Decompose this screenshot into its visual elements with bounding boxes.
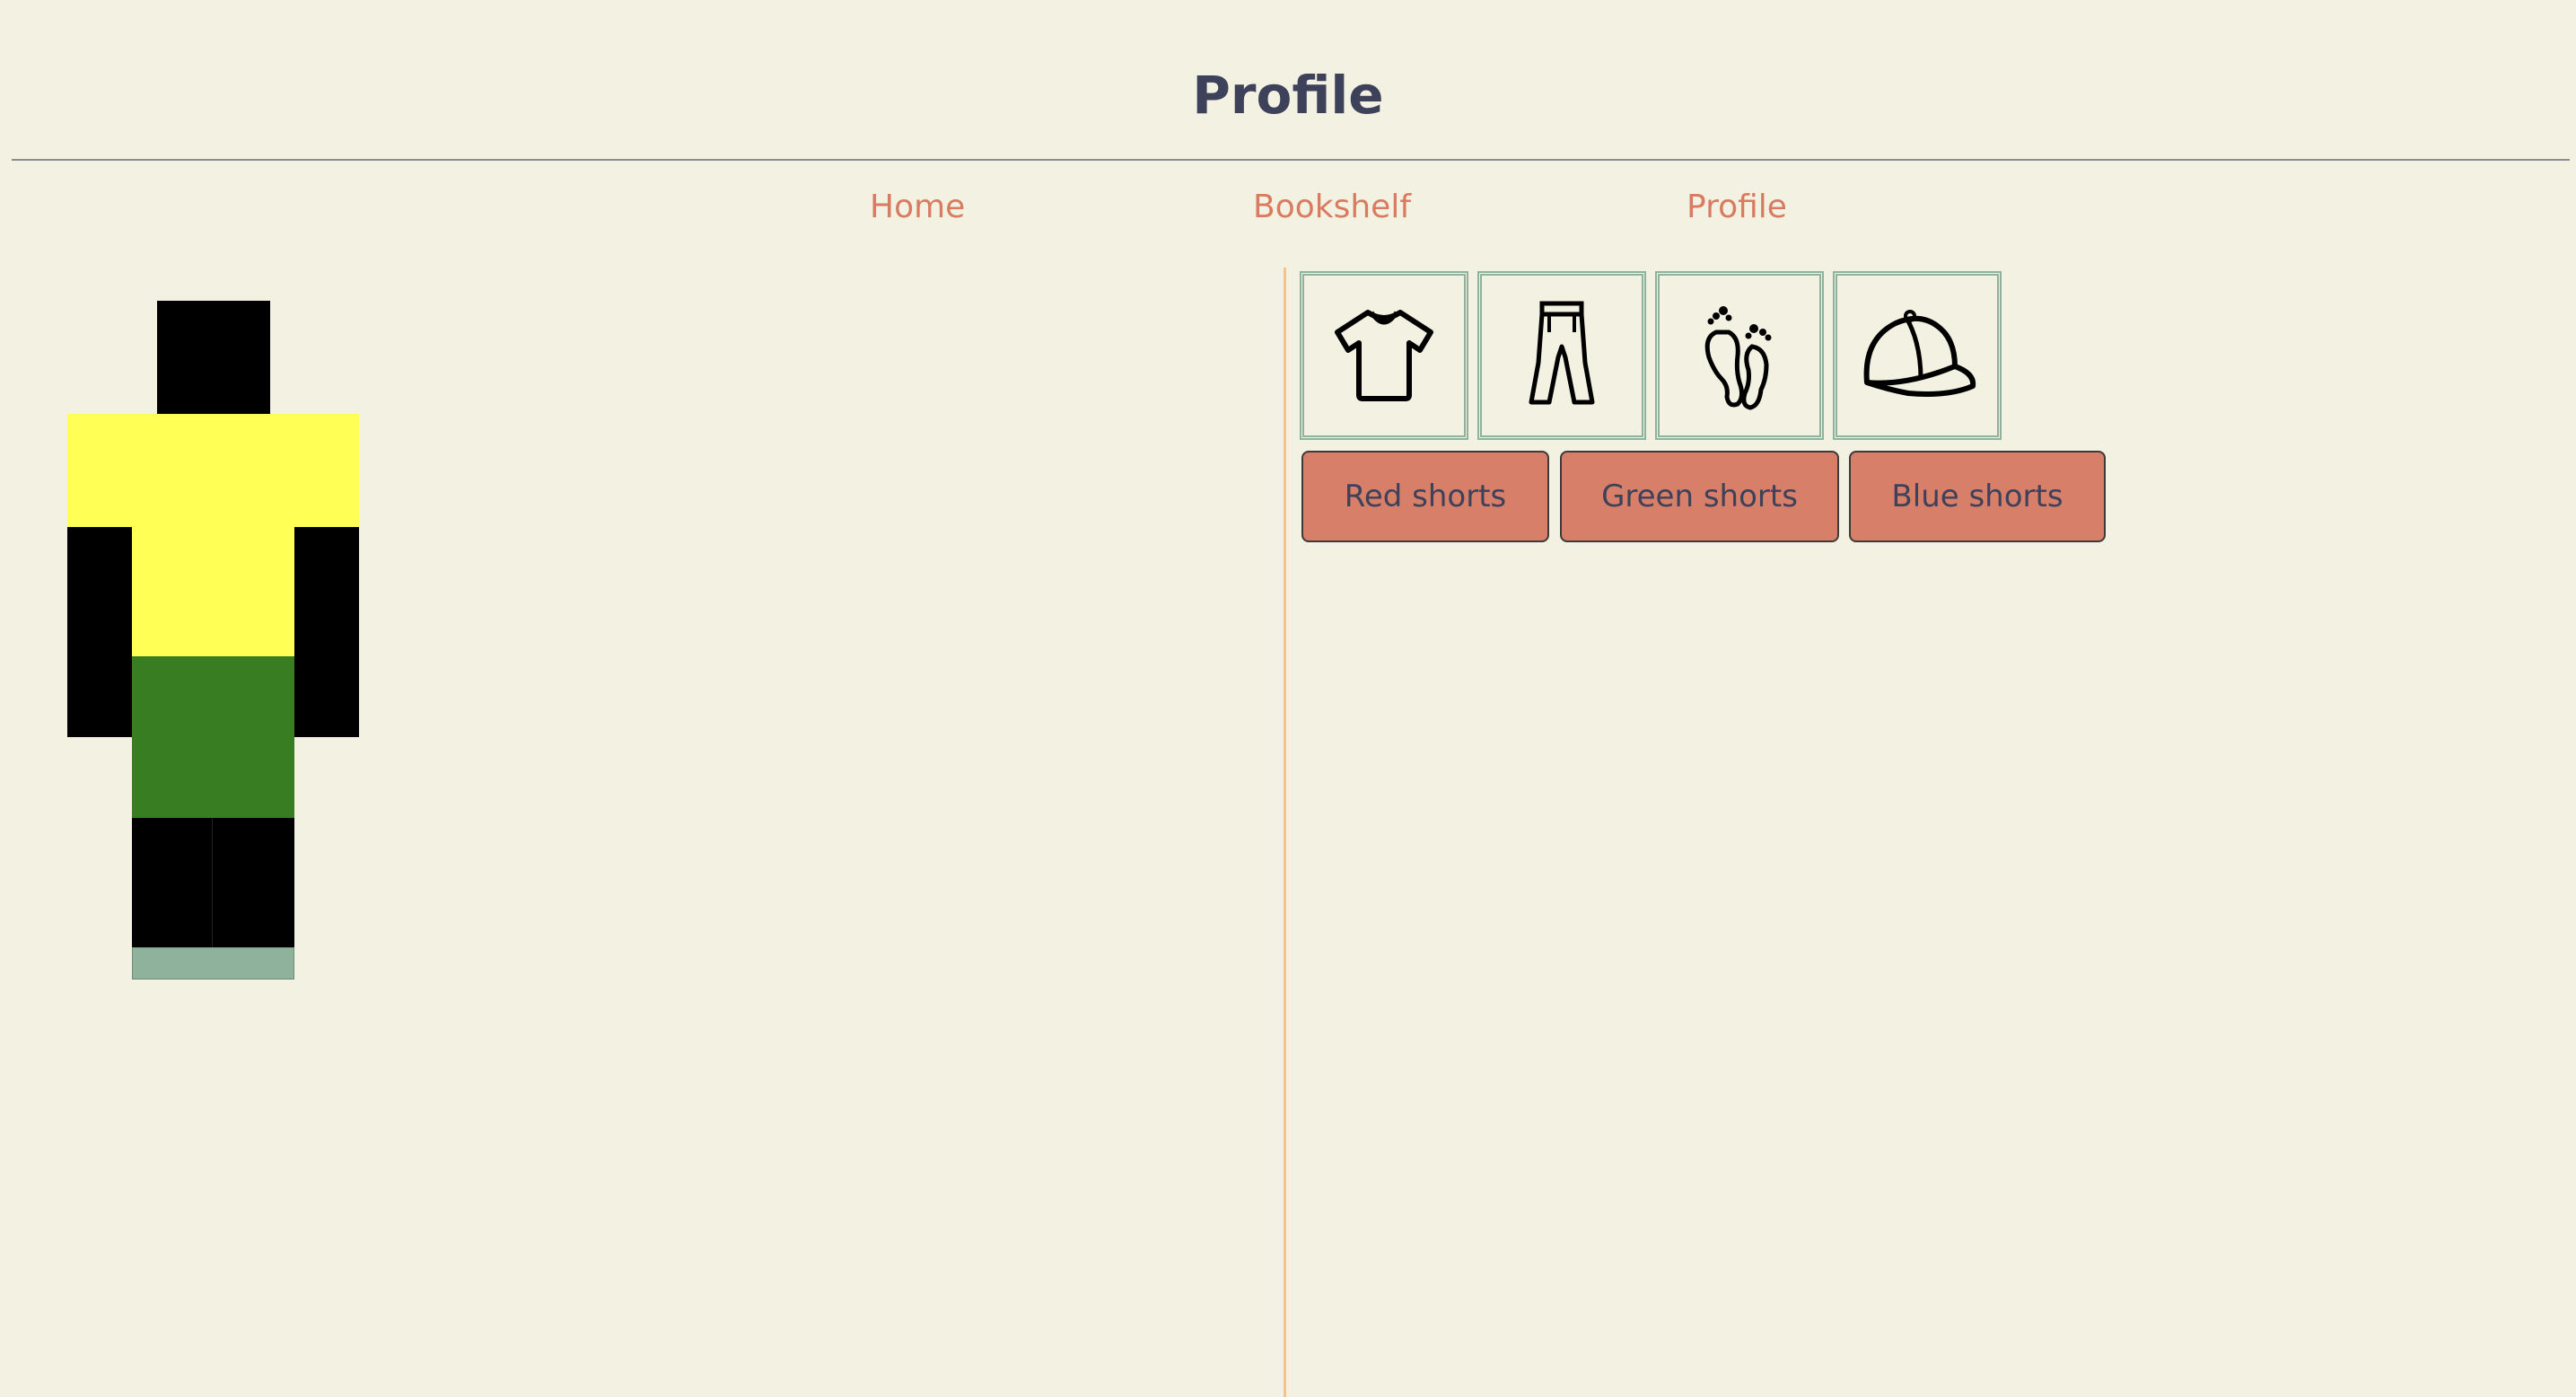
panel-separator <box>1284 268 1286 1397</box>
avatar-shirt-body <box>132 527 294 656</box>
shirt-icon <box>1335 310 1433 401</box>
blue-shorts-button[interactable]: Blue shorts <box>1849 451 2106 542</box>
cap-icon <box>1863 310 1976 397</box>
avatar-left-leg <box>132 818 213 947</box>
avatar-shoes <box>132 947 294 980</box>
avatar-right-leg <box>213 818 294 947</box>
category-tile-cap[interactable] <box>1833 271 2002 440</box>
nav-link-profile[interactable]: Profile <box>1687 185 1787 230</box>
green-shorts-button[interactable]: Green shorts <box>1560 451 1839 542</box>
avatar-right-arm <box>294 527 359 737</box>
profile-page: Profile Home Bookshelf Profile Red short… <box>0 0 2576 1397</box>
nav-link-bookshelf[interactable]: Bookshelf <box>1253 185 1411 230</box>
page-title: Profile <box>1192 65 1384 126</box>
category-tile-feet[interactable] <box>1655 271 1824 440</box>
avatar-head <box>157 301 270 414</box>
header-divider <box>12 159 2570 161</box>
red-shorts-button[interactable]: Red shorts <box>1301 451 1549 542</box>
pants-icon <box>1529 301 1595 405</box>
avatar-left-arm <box>67 527 132 737</box>
avatar-shirt-shoulders <box>67 414 359 527</box>
avatar-shorts <box>132 656 294 818</box>
feet-icon <box>1704 306 1772 410</box>
nav-link-home[interactable]: Home <box>870 185 965 230</box>
category-tile-pants[interactable] <box>1477 271 1646 440</box>
category-tile-shirt[interactable] <box>1300 271 1468 440</box>
